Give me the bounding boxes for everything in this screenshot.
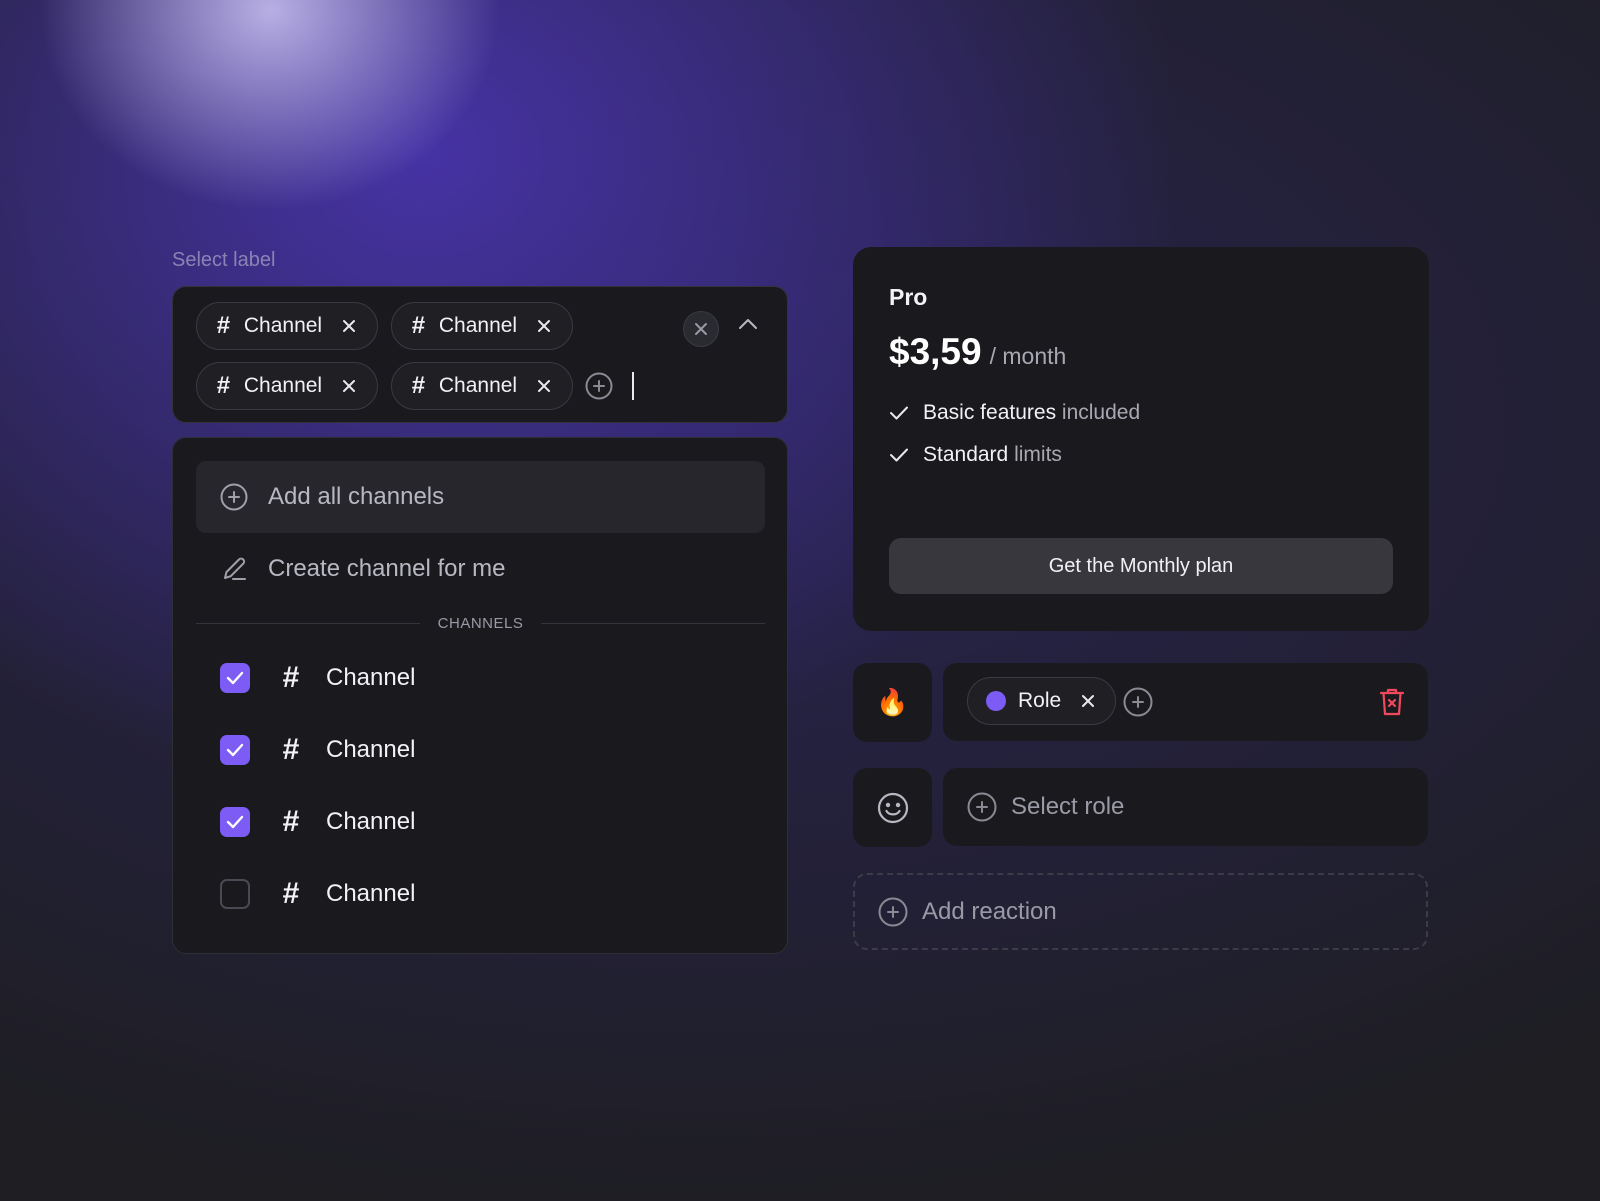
section-divider: CHANNELS — [196, 613, 765, 633]
add-role-button[interactable] — [1123, 687, 1153, 717]
checkbox-unchecked[interactable] — [220, 879, 250, 909]
check-icon — [226, 743, 244, 757]
feature-note: limits — [1014, 443, 1062, 466]
close-icon[interactable] — [338, 375, 359, 397]
check-icon — [890, 448, 908, 462]
check-icon — [226, 815, 244, 829]
pencil-icon — [224, 557, 246, 580]
add-all-channels-item[interactable]: Add all channels — [196, 461, 765, 533]
plus-circle-icon — [967, 792, 997, 822]
close-icon[interactable] — [533, 375, 554, 397]
channel-chip[interactable]: # Channel — [196, 302, 378, 350]
hash-icon: # — [282, 661, 300, 694]
close-icon[interactable] — [1077, 690, 1099, 712]
clear-icon — [695, 323, 707, 335]
hash-icon: # — [282, 733, 300, 766]
channel-multiselect[interactable]: # Channel # Channel # Channel # Channel — [172, 286, 788, 423]
checkbox-checked[interactable] — [220, 807, 250, 837]
channel-chip[interactable]: # Channel — [196, 362, 378, 410]
create-channel-item[interactable]: Create channel for me — [196, 533, 765, 605]
price-row: $3,59 / month — [889, 331, 1066, 373]
checkbox-checked[interactable] — [220, 663, 250, 693]
check-icon — [226, 671, 244, 685]
emoji-picker-button[interactable] — [853, 768, 932, 847]
chip-label: Channel — [243, 314, 323, 337]
chevron-up-icon — [739, 319, 757, 329]
fire-icon: 🔥 — [876, 687, 909, 717]
channel-label: Channel — [326, 808, 416, 835]
delete-button[interactable] — [1377, 687, 1407, 717]
check-icon — [890, 406, 908, 420]
role-chip[interactable]: Role — [967, 677, 1117, 725]
feature-name: Basic features — [923, 401, 1057, 424]
hash-icon: # — [216, 312, 231, 339]
price: $3,59 — [889, 331, 982, 372]
hash-icon: # — [411, 312, 426, 339]
select-role-placeholder: Select role — [1011, 793, 1125, 820]
channel-chip[interactable]: # Channel — [391, 362, 573, 410]
trash-icon — [1379, 688, 1405, 716]
feature-note: included — [1061, 401, 1141, 424]
plan-name: Pro — [889, 284, 928, 310]
pricing-card: Pro $3,59 / month Basic features include… — [853, 247, 1429, 631]
add-chip-button[interactable] — [585, 372, 613, 400]
plus-circle-icon — [585, 372, 613, 400]
add-reaction-button[interactable]: Add reaction — [853, 873, 1428, 950]
select-label: Select label — [172, 249, 276, 271]
checkbox-checked[interactable] — [220, 735, 250, 765]
chip-label: Channel — [243, 374, 323, 397]
channel-chip[interactable]: # Channel — [391, 302, 573, 350]
hash-icon: # — [282, 877, 300, 910]
chip-label: Channel — [438, 314, 518, 337]
smiley-icon — [877, 792, 908, 823]
close-icon[interactable] — [533, 315, 554, 337]
get-monthly-plan-button[interactable]: Get the Monthly plan — [889, 538, 1393, 594]
channel-option[interactable]: # Channel — [220, 802, 415, 842]
menu-item-label: Add all channels — [268, 483, 445, 510]
feature-name: Standard — [923, 443, 1009, 466]
role-color-dot — [986, 691, 1006, 711]
plus-circle-icon — [878, 897, 908, 926]
channel-option[interactable]: # Channel — [220, 730, 415, 770]
close-icon[interactable] — [338, 315, 359, 337]
role-chip-label: Role — [1018, 689, 1062, 712]
feature-item: Standard limits — [889, 443, 1062, 467]
collapse-button[interactable] — [735, 311, 761, 337]
add-reaction-label: Add reaction — [922, 897, 1057, 925]
channel-dropdown: Add all channels Create channel for me C… — [172, 437, 788, 954]
feature-item: Basic features included — [889, 401, 1140, 425]
price-period: / month — [989, 343, 1067, 369]
chip-label: Channel — [438, 374, 518, 397]
emoji-picker-button[interactable]: 🔥 — [853, 663, 932, 742]
channel-option[interactable]: # Channel — [220, 658, 415, 698]
channel-option[interactable]: # Channel — [220, 874, 415, 914]
plus-circle-icon — [220, 483, 248, 511]
hash-icon: # — [411, 372, 426, 399]
role-selector[interactable]: Role — [943, 663, 1428, 741]
menu-item-label: Create channel for me — [268, 555, 506, 582]
channel-label: Channel — [326, 880, 416, 907]
select-role-field[interactable]: Select role — [943, 768, 1428, 846]
hash-icon: # — [216, 372, 231, 399]
section-title: CHANNELS — [437, 614, 524, 632]
plus-circle-icon — [1123, 687, 1153, 717]
hash-icon: # — [282, 805, 300, 838]
channel-label: Channel — [326, 664, 416, 691]
channel-label: Channel — [326, 736, 416, 763]
text-cursor[interactable] — [632, 372, 634, 400]
clear-all-button[interactable] — [683, 311, 719, 347]
